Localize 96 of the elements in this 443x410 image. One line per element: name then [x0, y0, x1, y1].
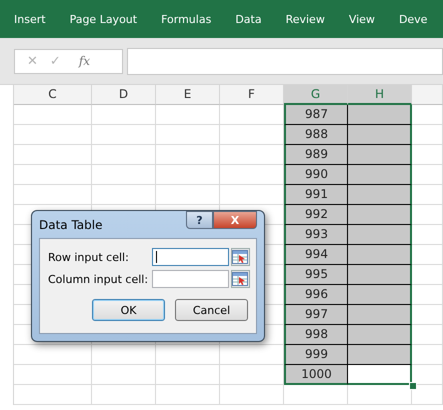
- grid-cell[interactable]: [14, 385, 92, 405]
- selected-cell[interactable]: [348, 225, 412, 245]
- table-cell: 1000: [284, 365, 348, 385]
- grid-cell[interactable]: [412, 245, 443, 265]
- ok-button[interactable]: OK: [92, 299, 165, 321]
- table-cell: 991: [284, 185, 348, 205]
- selected-cell[interactable]: [348, 305, 412, 325]
- grid-cell[interactable]: [412, 225, 443, 245]
- grid-cell[interactable]: [92, 385, 156, 405]
- table-cell: 992: [284, 205, 348, 225]
- grid-cell[interactable]: [412, 265, 443, 285]
- grid-cell[interactable]: [14, 125, 92, 145]
- ribbon-tab[interactable]: Deve: [398, 12, 428, 26]
- table-cell: 994: [284, 245, 348, 265]
- active-cell[interactable]: [348, 365, 412, 385]
- grid-cell[interactable]: [14, 185, 92, 205]
- grid-cell[interactable]: [412, 325, 443, 345]
- field-label: Column input cell:: [48, 272, 150, 286]
- ribbon-tab[interactable]: Page Layout: [70, 12, 138, 26]
- ribbon-tab[interactable]: Formulas: [161, 12, 212, 26]
- grid-cell[interactable]: [92, 185, 156, 205]
- table-cell: 999: [284, 345, 348, 365]
- grid-cell[interactable]: [92, 105, 156, 125]
- close-button[interactable]: X: [213, 211, 257, 229]
- grid-cell[interactable]: [156, 105, 220, 125]
- grid-cell[interactable]: [412, 285, 443, 305]
- grid-cell[interactable]: [156, 165, 220, 185]
- grid-cell[interactable]: [412, 105, 443, 125]
- grid-cell[interactable]: [220, 385, 284, 405]
- column-header[interactable]: H: [348, 85, 412, 105]
- grid-cell[interactable]: [92, 145, 156, 165]
- grid-cell[interactable]: [156, 385, 220, 405]
- table-cell: 990: [284, 165, 348, 185]
- ribbon-tab[interactable]: Data: [235, 12, 262, 26]
- grid-cell[interactable]: [92, 125, 156, 145]
- grid-icon: [232, 272, 248, 286]
- range-select-button[interactable]: [230, 270, 250, 288]
- selected-cell[interactable]: [348, 145, 412, 165]
- table-cell: 997: [284, 305, 348, 325]
- grid-cell[interactable]: [14, 165, 92, 185]
- selected-cell[interactable]: [348, 125, 412, 145]
- grid-cell[interactable]: [412, 145, 443, 165]
- field-label: Row input cell:: [48, 250, 130, 264]
- formula-input[interactable]: [127, 48, 443, 74]
- help-button[interactable]: ?: [186, 211, 213, 229]
- selected-cell[interactable]: [348, 105, 412, 125]
- grid-cell[interactable]: [412, 125, 443, 145]
- grid-cell[interactable]: [14, 345, 92, 365]
- ribbon-tab[interactable]: Review: [286, 12, 325, 26]
- grid-cell[interactable]: [412, 345, 443, 365]
- table-cell: 987: [284, 105, 348, 125]
- selected-cell[interactable]: [348, 345, 412, 365]
- grid-icon: [232, 250, 248, 264]
- function-icon[interactable]: fx: [78, 54, 90, 68]
- grid-cell[interactable]: [156, 185, 220, 205]
- selected-cell[interactable]: [348, 205, 412, 225]
- column-header[interactable]: G: [284, 85, 348, 105]
- grid-cell[interactable]: [412, 305, 443, 325]
- grid-cell[interactable]: [14, 105, 92, 125]
- grid-cell[interactable]: [156, 365, 220, 385]
- grid-cell[interactable]: [156, 145, 220, 165]
- range-select-button[interactable]: [230, 248, 250, 266]
- grid-cell[interactable]: [156, 345, 220, 365]
- column-header[interactable]: F: [220, 85, 284, 105]
- input-field[interactable]: [152, 270, 229, 288]
- grid-cell[interactable]: [412, 205, 443, 225]
- table-cell: 996: [284, 285, 348, 305]
- input-field[interactable]: [152, 248, 229, 266]
- table-cell: 998: [284, 325, 348, 345]
- cancel-button[interactable]: Cancel: [175, 299, 248, 321]
- selected-cell[interactable]: [348, 165, 412, 185]
- grid-cell[interactable]: [92, 365, 156, 385]
- grid-cell[interactable]: [284, 385, 348, 405]
- fill-handle[interactable]: [409, 382, 417, 390]
- selected-cell[interactable]: [348, 265, 412, 285]
- selected-cell[interactable]: [348, 285, 412, 305]
- column-header[interactable]: D: [92, 85, 156, 105]
- grid-cell[interactable]: [92, 165, 156, 185]
- selected-cell[interactable]: [348, 185, 412, 205]
- selected-cell[interactable]: [348, 245, 412, 265]
- selected-cell[interactable]: [348, 325, 412, 345]
- ribbon-tab[interactable]: View: [348, 12, 375, 26]
- grid-cell[interactable]: [412, 185, 443, 205]
- ribbon-tab[interactable]: Insert: [14, 12, 46, 26]
- table-cell: 988: [284, 125, 348, 145]
- grid-cell[interactable]: [156, 125, 220, 145]
- table-cell: 993: [284, 225, 348, 245]
- grid-cell[interactable]: [14, 145, 92, 165]
- dialog-title: Data Table: [39, 218, 102, 232]
- table-cell: 995: [284, 265, 348, 285]
- grid-cell[interactable]: [14, 365, 92, 385]
- grid-cell[interactable]: [92, 345, 156, 365]
- grid-cell[interactable]: [412, 165, 443, 185]
- column-header[interactable]: C: [14, 85, 92, 105]
- table-cell: 989: [284, 145, 348, 165]
- column-header[interactable]: E: [156, 85, 220, 105]
